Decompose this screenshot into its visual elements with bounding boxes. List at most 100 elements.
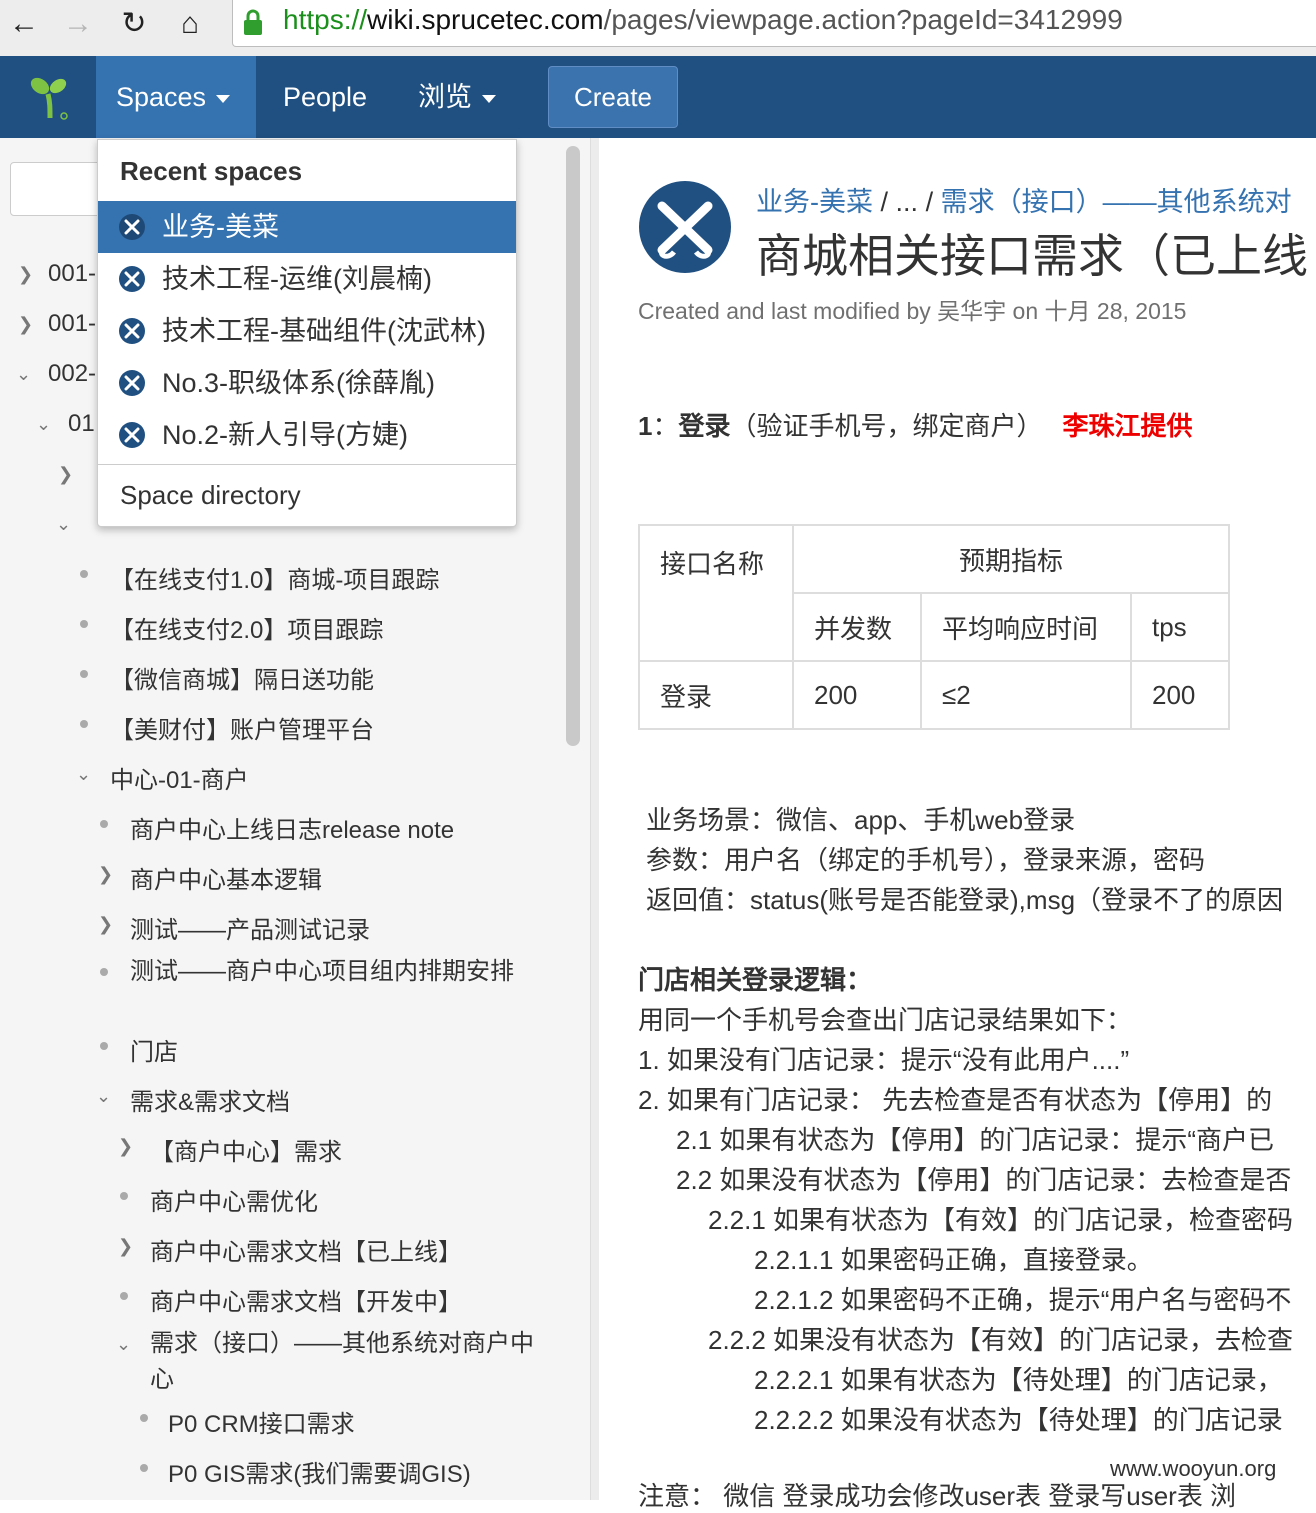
chevron-right-icon[interactable]: ❯ [98,864,113,885]
spaces-menu-button[interactable]: Spaces [96,56,256,138]
tree-item[interactable]: 01 [68,410,95,438]
recent-space-item[interactable]: 技术工程-基础组件(沈武林) [98,305,516,357]
tree-item[interactable]: 测试——产品测试记录 [130,910,370,945]
tree-item[interactable]: 【商户中心】需求 [150,1132,342,1167]
tree-item[interactable]: 【美财付】账户管理平台 [110,710,374,745]
table-cell: 登录 [638,660,794,730]
people-link[interactable]: People [283,56,367,138]
breadcrumb-link[interactable]: 业务-美菜 [756,187,873,217]
reload-icon[interactable]: ↻ [114,6,154,42]
recent-space-label: No.3-职级体系(徐薛胤) [162,368,436,398]
tree-item[interactable]: 商户中心基本逻辑 [130,860,322,895]
recent-space-label: 技术工程-基础组件(沈武林) [162,316,486,346]
bullet-icon [100,1042,108,1050]
tree-item[interactable]: 需求（接口）——其他系统对商户中心 [150,1326,535,1398]
browser-toolbar: ← → ↻ ⌂ https://wiki.sprucetec.com/pages… [0,0,1316,57]
breadcrumb: 业务-美菜 / ... / 需求（接口）——其他系统对 [756,180,1292,219]
tree-item[interactable]: 需求&需求文档 [130,1082,290,1117]
space-logo-icon [639,181,731,273]
sidebar-resize-handle[interactable] [590,138,599,1500]
chevron-right-icon[interactable]: ❯ [58,464,73,485]
tree-item[interactable]: P0 GIS需求(我们需要调GIS) [168,1454,471,1489]
body-text: 2. 如果有门店记录： 先去检查是否有状态为【停用】的 [638,1085,1273,1115]
bullet-icon [140,1414,148,1422]
section-heading: 1：登录（验证手机号，绑定商户） 李珠江提供 [638,411,1193,441]
back-icon[interactable]: ← [4,6,44,42]
table-header-cell: tps [1130,592,1230,662]
bullet-icon [80,620,88,628]
recent-space-label: 技术工程-运维(刘晨楠) [162,264,432,294]
bullet-icon [100,820,108,828]
forward-icon[interactable]: → [58,6,98,42]
home-icon[interactable]: ⌂ [170,6,210,42]
chevron-down-icon[interactable]: ⌄ [76,764,91,785]
sidebar-scrollbar[interactable] [566,146,580,746]
logic-heading: 门店相关登录逻辑： [638,965,873,995]
tree-item[interactable]: 商户中心需求文档【已上线】 [150,1232,462,1267]
tree-item[interactable]: 001- [48,260,96,288]
breadcrumb-ellipsis[interactable]: ... [896,187,919,217]
body-text: 2.2.1 如果有状态为【有效】的门店记录，检查密码 [708,1205,1294,1235]
address-bar[interactable]: https://wiki.sprucetec.com/pages/viewpag… [232,0,1316,47]
table-cell: 200 [792,660,922,730]
tree-item[interactable]: 002- [48,360,96,388]
table-header-cell: 接口名称 [638,524,794,662]
bullet-icon [120,1192,128,1200]
recent-space-label: 业务-美菜 [162,212,279,242]
chevron-down-icon[interactable]: ⌄ [36,414,51,435]
body-text: 2.2.1.2 如果密码不正确，提示“用户名与密码不 [754,1285,1292,1315]
body-text: 2.2.2.1 如果有状态为【待处理】的门店记录， [754,1365,1283,1395]
tree-item[interactable]: 门店 [130,1032,178,1067]
body-text: 2.1 如果有状态为【停用】的门店记录：提示“商户已 [676,1125,1275,1155]
recent-space-item[interactable]: No.3-职级体系(徐薛胤) [98,357,516,409]
recent-space-item[interactable]: 技术工程-运维(刘晨楠) [98,253,516,305]
chevron-down-icon[interactable]: ⌄ [116,1334,131,1355]
chevron-right-icon[interactable]: ❯ [98,914,113,935]
space-directory-link[interactable]: Space directory [120,480,301,511]
tree-item[interactable]: 001- [48,310,96,338]
tree-item[interactable]: 商户中心上线日志release note [130,810,454,845]
recent-space-label: No.2-新人引导(方婕) [162,420,409,450]
chevron-down-icon[interactable]: ⌄ [16,364,31,385]
page-title: 商城相关接口需求（已上线 [756,230,1308,282]
chevron-right-icon[interactable]: ❯ [118,1136,133,1157]
lock-icon [244,9,262,35]
bullet-icon [80,670,88,678]
recent-space-item[interactable]: 业务-美菜 [98,201,516,253]
table-cell: 200 [1130,660,1230,730]
people-label: People [283,82,368,112]
space-logo-icon [119,266,145,292]
recent-space-item[interactable]: No.2-新人引导(方婕) [98,409,516,461]
breadcrumb-separator: / [925,187,934,217]
body-text: 2.2.1.1 如果密码正确，直接登录。 [754,1245,1153,1275]
tree-item[interactable]: 【微信商城】隔日送功能 [110,660,374,695]
tree-item[interactable]: 测试——商户中心项目组内排期安排 [130,954,520,990]
body-text: 返回值：status(账号是否能登录),msg（登录不了的原因 [646,885,1284,915]
tree-item[interactable]: 【在线支付2.0】项目跟踪 [110,610,383,645]
table-header-cell: 并发数 [792,592,922,662]
tree-item[interactable]: 商户中心需求文档【开发中】 [150,1282,462,1317]
bullet-icon [80,720,88,728]
tree-item[interactable]: P0 CRM接口需求 [168,1404,355,1439]
breadcrumb-link[interactable]: 需求（接口）——其他系统对 [941,187,1292,217]
watermark: www.wooyun.org [1110,1456,1277,1481]
tree-item[interactable]: 【在线支付1.0】商城-项目跟踪 [110,560,439,595]
bullet-icon [120,1292,128,1300]
sprout-logo-icon[interactable] [28,74,72,120]
chevron-right-icon[interactable]: ❯ [18,264,33,285]
browse-menu-button[interactable]: 浏览 [418,56,496,138]
body-text: 业务场景：微信、app、手机web登录 [646,805,1076,835]
tree-item[interactable]: 商户中心需优化 [150,1182,318,1217]
chevron-down-icon[interactable]: ⌄ [56,514,71,535]
tree-item[interactable]: 中心-01-商户 [110,760,249,795]
space-logo-icon [119,214,145,240]
create-button[interactable]: Create [548,66,678,128]
table-header-cell: 平均响应时间 [920,592,1132,662]
spaces-dropdown-menu: Recent spaces 业务-美菜 技术工程-运维(刘晨楠) 技术工程-基础… [97,139,517,527]
body-text: 1. 如果没有门店记录：提示“没有此用户....” [638,1045,1130,1075]
recent-spaces-heading: Recent spaces [120,156,303,186]
spaces-label: Spaces [116,82,207,112]
chevron-right-icon[interactable]: ❯ [18,314,33,335]
chevron-down-icon[interactable]: ⌄ [96,1086,111,1107]
chevron-right-icon[interactable]: ❯ [118,1236,133,1257]
